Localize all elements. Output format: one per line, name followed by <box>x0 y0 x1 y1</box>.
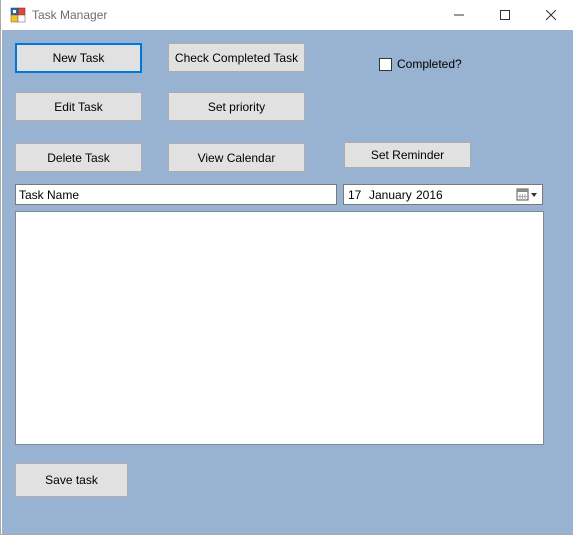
task-name-input[interactable] <box>15 184 337 205</box>
date-day[interactable]: 17 <box>348 188 361 202</box>
calendar-dropdown-icon[interactable] <box>516 188 538 202</box>
date-year[interactable]: 2016 <box>416 188 443 202</box>
edit-task-button[interactable]: Edit Task <box>15 92 142 121</box>
maximize-button[interactable] <box>482 0 528 30</box>
completed-checkbox[interactable]: Completed? <box>379 57 462 71</box>
minimize-button[interactable] <box>436 0 482 30</box>
close-button[interactable] <box>528 0 573 30</box>
task-manager-window: Task Manager New Task Check Completed Ta… <box>0 0 573 535</box>
save-task-button[interactable]: Save task <box>15 463 128 497</box>
date-month[interactable]: January <box>369 188 412 202</box>
form-client-area: New Task Check Completed Task Completed?… <box>2 30 573 534</box>
check-completed-task-button[interactable]: Check Completed Task <box>168 43 305 72</box>
window-title: Task Manager <box>32 8 108 22</box>
minimize-icon <box>454 14 464 16</box>
view-calendar-button[interactable]: View Calendar <box>168 143 305 172</box>
date-picker[interactable]: 17 January 2016 <box>343 184 543 205</box>
title-bar[interactable]: Task Manager <box>1 0 573 30</box>
task-manager-app-icon <box>10 7 26 23</box>
new-task-button[interactable]: New Task <box>15 43 142 73</box>
close-icon <box>546 10 556 20</box>
maximize-icon <box>500 10 510 20</box>
set-priority-button[interactable]: Set priority <box>168 92 305 121</box>
completed-checkbox-box[interactable] <box>379 57 392 71</box>
set-reminder-button[interactable]: Set Reminder <box>344 142 471 168</box>
delete-task-button[interactable]: Delete Task <box>15 143 142 172</box>
task-list[interactable] <box>15 211 544 445</box>
completed-checkbox-label[interactable]: Completed? <box>397 57 462 71</box>
